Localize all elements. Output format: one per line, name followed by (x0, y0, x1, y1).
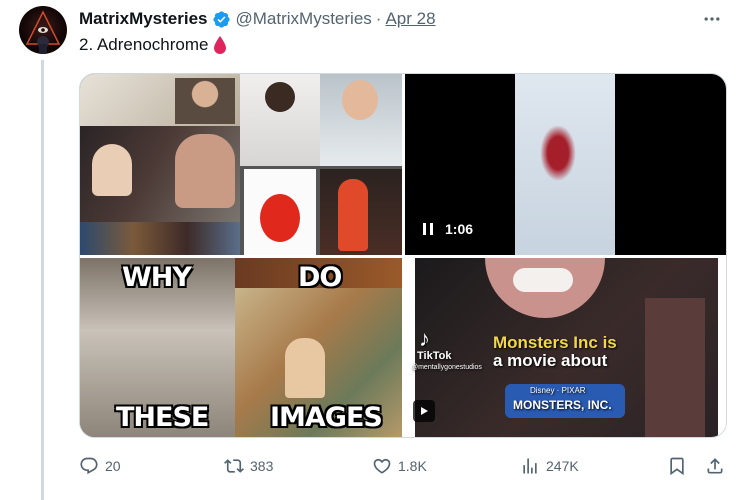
tiktok-hair (645, 298, 705, 437)
meme-image[interactable]: WHY DO THESE IMAGES (80, 258, 402, 437)
views-button[interactable]: 247K (520, 452, 579, 480)
collage-image[interactable] (80, 74, 402, 255)
collage-tile-head (342, 80, 378, 120)
repost-count: 383 (250, 458, 274, 474)
collage-tile-man-phone (175, 78, 235, 124)
tweet-body: 2. Adrenochrome (79, 35, 209, 54)
share-icon (707, 458, 723, 474)
tiktok-logo-icon: ♪ (419, 326, 430, 351)
avatar[interactable] (19, 6, 67, 54)
tweet-date[interactable]: Apr 28 (385, 9, 435, 29)
meme-word: IMAGES (270, 402, 383, 433)
reply-count: 20 (105, 458, 121, 474)
meme-figure (285, 338, 325, 398)
monsters-logo-top: Disney · PIXAR (530, 386, 586, 395)
share-button[interactable] (705, 452, 725, 480)
video-duration: 1:06 (445, 221, 474, 237)
collage-tile-red-face (260, 194, 300, 242)
avatar-image (25, 10, 61, 54)
views-icon (523, 458, 537, 474)
more-icon[interactable] (700, 7, 724, 31)
pause-icon[interactable] (423, 223, 433, 235)
meme-word: DO (298, 262, 342, 293)
bookmark-icon (670, 457, 684, 476)
tweet-text: 2. Adrenochrome (79, 35, 227, 55)
separator-dot: · (375, 9, 382, 28)
collage-tile-head (265, 82, 295, 112)
view-count: 247K (546, 458, 579, 474)
collage-tile-red-costume (338, 179, 368, 251)
tiktok-caption-line1: Monsters Inc is (493, 333, 617, 352)
video-player[interactable]: 1:06 (405, 74, 726, 255)
like-button[interactable]: 1.8K (372, 452, 427, 480)
tiktok-brand: TikTok (417, 350, 452, 362)
meme-word: THESE (116, 402, 209, 433)
like-count: 1.8K (398, 458, 427, 474)
display-name[interactable]: MatrixMysteries (79, 9, 208, 29)
verified-badge-icon (212, 10, 231, 29)
play-icon[interactable] (413, 400, 435, 422)
repost-icon (224, 459, 244, 473)
reply-icon (80, 457, 98, 475)
tweet-header: MatrixMysteries @MatrixMysteries · Apr 2… (79, 8, 436, 30)
collage-tile-face (92, 144, 132, 196)
collage-tile-face (175, 134, 235, 208)
tiktok-video[interactable]: ♪ TikTok @mentallygonestudios Monsters I… (405, 258, 726, 437)
like-icon (373, 458, 391, 474)
tiktok-username: @mentallygonestudios (411, 364, 482, 371)
repost-button[interactable]: 383 (224, 452, 273, 480)
bookmark-button[interactable] (667, 452, 687, 480)
thread-line (41, 60, 44, 500)
blood-drop-icon (213, 35, 227, 55)
tiktok-mouth (513, 268, 573, 292)
video-duration-badge: 1:06 (423, 217, 473, 241)
tiktok-caption-line2: a movie about (493, 351, 608, 370)
meme-word: WHY (122, 262, 192, 293)
monsters-logo-main: MONSTERS, INC. (513, 398, 612, 412)
action-bar: 20 383 1.8K 247K (79, 452, 727, 480)
handle[interactable]: @MatrixMysteries (236, 9, 372, 29)
video-frame-red-drawing (537, 126, 579, 186)
reply-button[interactable]: 20 (79, 452, 121, 480)
collage-tile-strip (80, 222, 240, 255)
media-grid: 1:06 WHY DO THESE IMAGES ♪ TikTok @menta… (79, 73, 727, 438)
